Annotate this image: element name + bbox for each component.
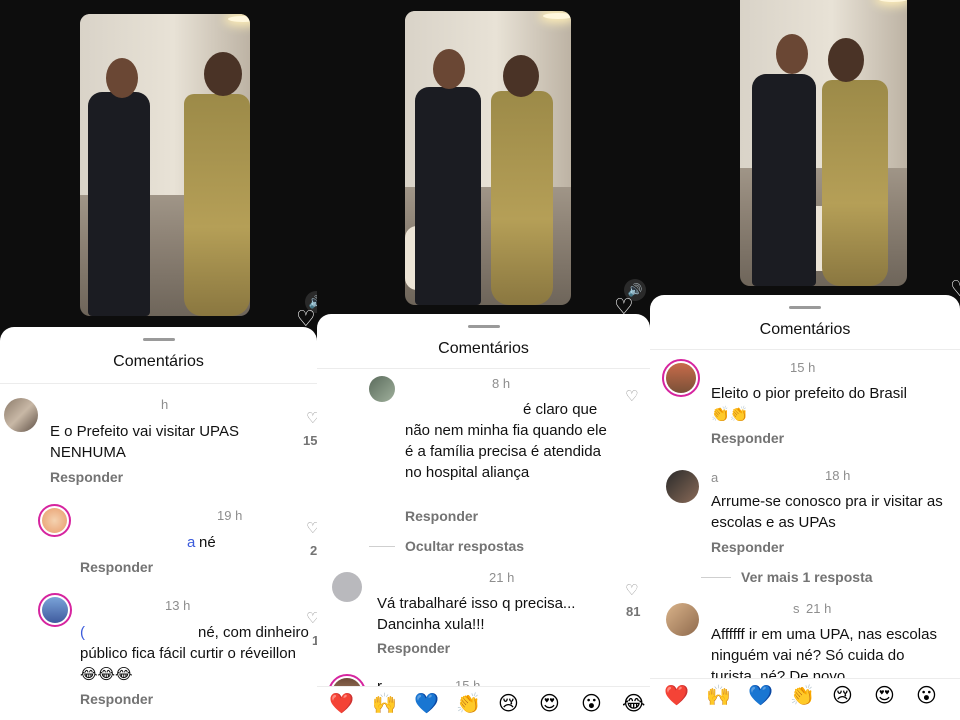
comment-text: Eleito o pior prefeito do Brasil 👏👏	[711, 385, 907, 423]
ceiling-light	[228, 16, 250, 22]
ceiling-light	[543, 13, 571, 19]
comment-text: né	[199, 534, 216, 551]
crying-emoji[interactable]: 😢	[832, 685, 853, 707]
view-more-replies-button[interactable]: Ver mais 1 resposta	[741, 569, 873, 585]
woman-figure	[184, 94, 250, 316]
divider	[0, 383, 317, 384]
divider	[317, 368, 650, 369]
avatar[interactable]	[38, 504, 71, 537]
comment-timestamp: 21 h	[489, 570, 515, 585]
heart-outline-icon[interactable]: ♡	[625, 387, 638, 405]
username: a	[711, 470, 719, 485]
comment-timestamp: 13 h	[165, 598, 191, 613]
avatar[interactable]	[662, 359, 700, 397]
like-count: 2	[310, 543, 317, 558]
woman-head	[204, 52, 242, 96]
divider	[650, 349, 960, 350]
comment-text: é claro que não nem minha fia quando ele…	[405, 401, 607, 481]
username: s	[793, 601, 800, 616]
avatar[interactable]	[666, 470, 699, 503]
man-head	[106, 58, 138, 98]
man-head	[776, 34, 808, 74]
red-heart-emoji[interactable]: ❤️	[329, 693, 354, 715]
avatar[interactable]	[38, 593, 72, 627]
comments-sheet: Comentários 8 h é claro que não nem minh…	[317, 314, 650, 720]
surprised-emoji[interactable]: 😮	[916, 685, 937, 707]
like-count: 15	[303, 433, 317, 448]
screenshot-panel-3: ♡ Comentários 15 h Eleito o pior prefeit…	[650, 0, 960, 720]
woman-figure	[822, 80, 888, 286]
reply-button[interactable]: Responder	[711, 430, 784, 446]
comment-timestamp: 18 h	[825, 468, 851, 483]
heart-outline-icon[interactable]: ♡	[306, 409, 317, 427]
comment-text: Arrume-se conosco pra ir visitar as esco…	[711, 493, 943, 531]
hide-replies-button[interactable]: Ocultar respostas	[405, 538, 524, 554]
man-figure	[415, 87, 481, 305]
surprised-emoji[interactable]: 😮	[581, 693, 602, 715]
sheet-title: Comentários	[438, 340, 529, 357]
comment-timestamp: 15 h	[790, 360, 816, 375]
video-player[interactable]	[405, 11, 571, 305]
man-head	[433, 49, 465, 89]
reply-button[interactable]: Responder	[405, 508, 478, 524]
avatar[interactable]	[666, 603, 699, 636]
comment-timestamp: 19 h	[217, 508, 243, 523]
blue-heart-emoji[interactable]: 💙	[748, 685, 773, 707]
screenshot-panel-1: 🔊 ♡ Comentários h E o Prefeito vai visit…	[0, 0, 317, 720]
comment-text: né, com dinheiro público fica fácil curt…	[80, 624, 309, 683]
laughing-emoji[interactable]: 😂	[622, 693, 645, 715]
avatar[interactable]	[332, 572, 362, 602]
reply-button[interactable]: Responder	[80, 691, 153, 707]
drag-handle[interactable]	[467, 325, 500, 328]
comments-sheet: Comentários h E o Prefeito vai visitar U…	[0, 327, 317, 720]
clapping-emoji[interactable]: 👏	[790, 685, 815, 707]
avatar[interactable]	[4, 398, 38, 432]
comments-sheet: Comentários 15 h Eleito o pior prefeito …	[650, 295, 960, 720]
drag-handle[interactable]	[142, 338, 175, 341]
woman-head	[828, 38, 864, 82]
comment-text: Vá trabalharé isso q precisa... Dancinha…	[377, 595, 576, 633]
video-player[interactable]	[740, 0, 907, 286]
mention-link[interactable]: a	[187, 532, 195, 553]
heart-outline-icon[interactable]: ♡	[306, 519, 317, 537]
like-count: 81	[626, 604, 641, 619]
blue-heart-emoji[interactable]: 💙	[414, 693, 439, 715]
clapping-emoji[interactable]: 👏	[456, 693, 481, 715]
crying-emoji[interactable]: 😢	[498, 693, 519, 715]
man-figure	[752, 74, 816, 286]
reply-button[interactable]: Responder	[377, 640, 450, 656]
heart-eyes-emoji[interactable]: 😍	[874, 685, 895, 707]
reply-button[interactable]: Responder	[50, 469, 123, 485]
raised-hands-emoji[interactable]: 🙌	[372, 693, 397, 715]
raised-hands-emoji[interactable]: 🙌	[706, 685, 731, 707]
drag-handle[interactable]	[789, 306, 821, 309]
comment-text: E o Prefeito vai visitar UPAS NENHUMA	[50, 423, 239, 461]
woman-head	[503, 55, 539, 97]
heart-outline-icon[interactable]: ♡	[306, 609, 317, 627]
sheet-title: Comentários	[759, 321, 851, 338]
man-figure	[88, 92, 150, 316]
video-player[interactable]	[80, 14, 250, 316]
comment-timestamp: 8 h	[492, 376, 511, 391]
woman-figure	[491, 91, 553, 305]
red-heart-emoji[interactable]: ❤️	[664, 685, 689, 707]
heart-eyes-emoji[interactable]: 😍	[539, 693, 560, 715]
comment-timestamp: h	[161, 397, 169, 412]
emoji-reaction-bar: ❤️ 🙌 💙 👏 😢 😍 😮	[650, 678, 960, 720]
screenshot-panel-2: 🔊 ♡ Comentários 8 h é claro que não nem …	[317, 0, 650, 720]
thread-line	[701, 577, 731, 578]
heart-outline-icon[interactable]: ♡	[625, 581, 638, 599]
reply-button[interactable]: Responder	[711, 539, 784, 555]
reply-button[interactable]: Responder	[80, 559, 153, 575]
comment-timestamp: 21 h	[806, 601, 832, 616]
avatar[interactable]	[369, 376, 395, 402]
sheet-title: Comentários	[113, 353, 204, 370]
thread-line	[369, 546, 395, 547]
emoji-reaction-bar: ❤️ 🙌 💙 👏 😢 😍 😮 😂	[317, 686, 650, 720]
